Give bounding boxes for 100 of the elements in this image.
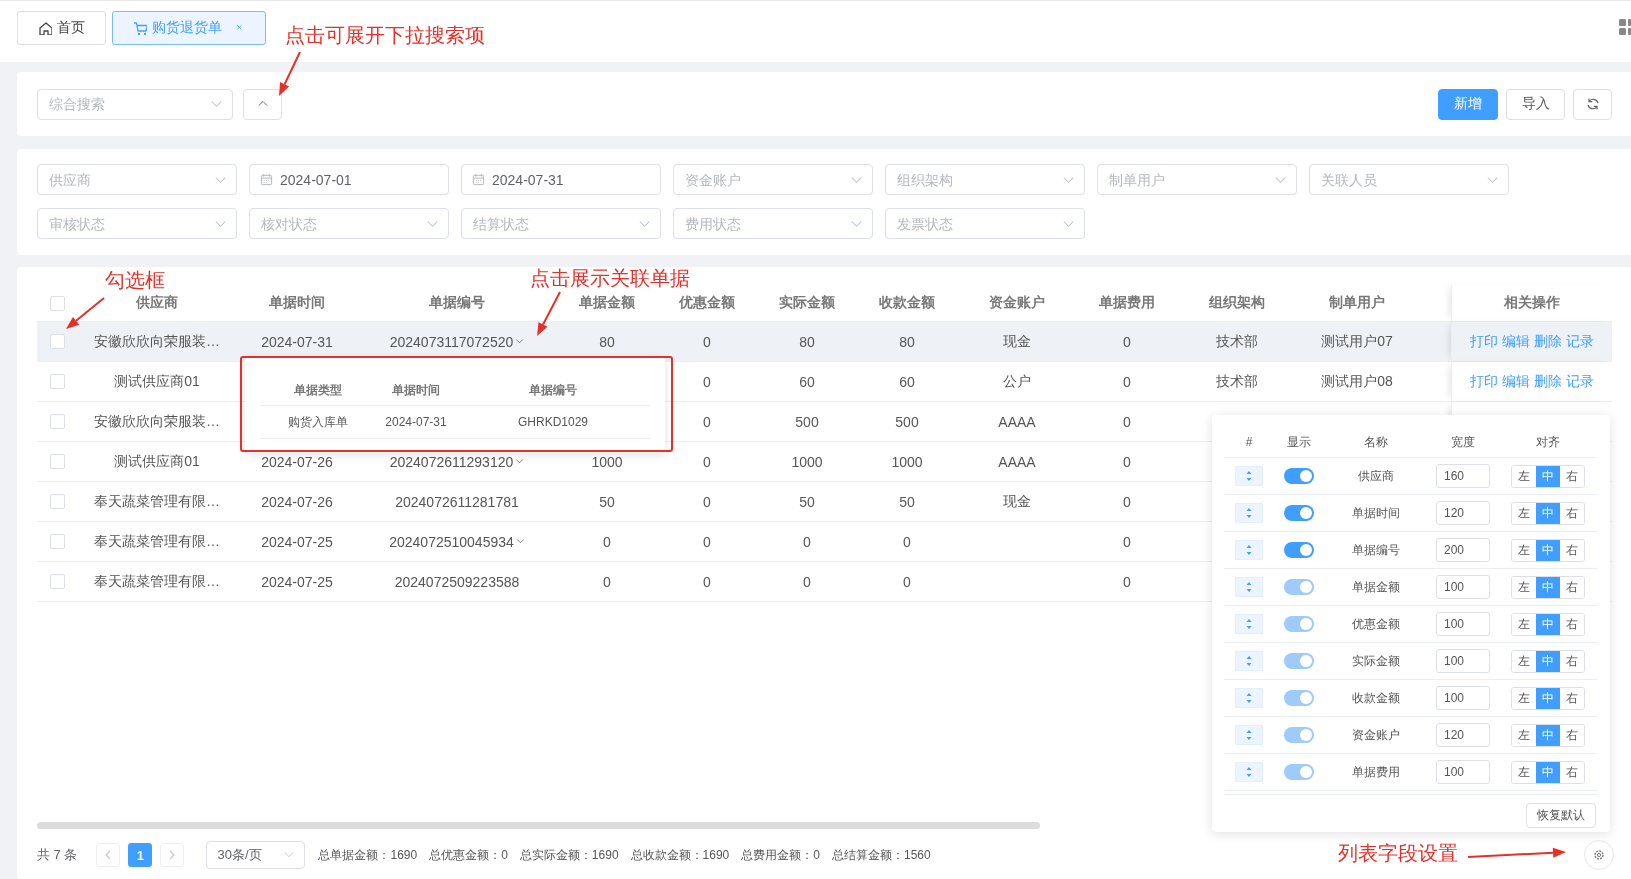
drag-handle-icon[interactable] bbox=[1235, 466, 1263, 486]
filter-select[interactable]: 发票状态 bbox=[885, 208, 1085, 239]
table-cell: 测试供应商01 bbox=[114, 452, 200, 471]
column-header: 单据时间 bbox=[269, 294, 325, 312]
table-cell: 0 bbox=[1123, 453, 1131, 470]
table-cell: 2024072510045934 bbox=[389, 533, 514, 550]
table-cell: 2024-07-26 bbox=[261, 493, 333, 510]
scrollbar[interactable] bbox=[37, 822, 1040, 829]
field-name: 供应商 bbox=[1358, 467, 1394, 485]
table-cell: 0 bbox=[703, 493, 711, 510]
cart-icon bbox=[133, 21, 147, 35]
table-cell: 2024-07-31 bbox=[261, 333, 333, 350]
settings-icon bbox=[1593, 849, 1605, 861]
date-field[interactable]: 2024-07-31 bbox=[461, 164, 661, 195]
column-header: 单据时间 bbox=[392, 381, 440, 399]
reset-button[interactable]: 恢复默认 bbox=[1526, 803, 1596, 828]
table-cell: 500 bbox=[795, 413, 819, 430]
width-input[interactable]: 160 bbox=[1436, 464, 1490, 488]
column-header: 单据金额 bbox=[579, 294, 635, 312]
checkbox[interactable] bbox=[49, 574, 65, 589]
chevron-down-icon[interactable] bbox=[515, 537, 525, 546]
column-header: 宽度 bbox=[1450, 433, 1476, 451]
column-header: 优惠金额 bbox=[679, 294, 735, 312]
expand-toggle-button[interactable] bbox=[243, 88, 282, 120]
filter-select[interactable]: 供应商 bbox=[37, 164, 237, 195]
table-cell: 0 bbox=[1123, 333, 1131, 350]
filter-select[interactable]: 结算状态 bbox=[461, 208, 661, 239]
summary-text: 总优惠金额：0 bbox=[429, 846, 508, 864]
table-cell: 2024072509223588 bbox=[394, 573, 520, 590]
column-header: 名称 bbox=[1363, 433, 1389, 451]
table-cell: 80 bbox=[899, 333, 915, 350]
table-cell: 50 bbox=[599, 493, 615, 510]
annotation-arrow bbox=[66, 297, 105, 329]
checkbox[interactable] bbox=[49, 374, 65, 389]
table-cell: 0 bbox=[1123, 373, 1131, 390]
checkbox[interactable] bbox=[49, 534, 65, 549]
table-cell: 技术部 bbox=[1216, 372, 1258, 391]
column-header: 单据类型 bbox=[294, 381, 342, 399]
toggle-switch[interactable] bbox=[1284, 505, 1314, 521]
table-cell: 0 bbox=[703, 413, 711, 430]
table-cell: 2024-07-31 bbox=[385, 415, 447, 429]
width-input[interactable]: 200 bbox=[1436, 538, 1490, 562]
drag-handle-icon[interactable] bbox=[1235, 651, 1263, 671]
table-cell: 2024072611293120 bbox=[389, 453, 514, 470]
next-page-button[interactable] bbox=[160, 843, 185, 867]
table-cell: 安徽欣欣向荣服装… bbox=[94, 332, 220, 351]
table-cell: 安徽欣欣向荣服装… bbox=[94, 412, 220, 431]
checkbox[interactable] bbox=[49, 334, 65, 349]
checkbox[interactable] bbox=[49, 295, 65, 311]
chevron-down-icon[interactable] bbox=[515, 337, 525, 346]
search-select[interactable]: 综合搜索 bbox=[37, 88, 233, 120]
column-header: 实际金额 bbox=[779, 294, 835, 312]
annotation-arrow bbox=[537, 291, 561, 336]
page-size-select[interactable]: 30条/页 bbox=[206, 841, 306, 869]
toggle-switch[interactable] bbox=[1284, 468, 1314, 484]
table-cell: 60 bbox=[899, 373, 915, 390]
checkbox[interactable] bbox=[49, 414, 65, 429]
filter-select[interactable]: 关联人员 bbox=[1309, 164, 1509, 195]
refresh-button[interactable] bbox=[1573, 88, 1612, 120]
filter-select[interactable]: 制单用户 bbox=[1097, 164, 1297, 195]
import-button[interactable]: 导入 bbox=[1506, 88, 1565, 120]
drag-handle-icon[interactable] bbox=[1235, 725, 1263, 745]
table-cell: 奉天蔬菜管理有限… bbox=[94, 492, 220, 511]
field-name: 收款金额 bbox=[1352, 689, 1400, 707]
drag-handle-icon[interactable] bbox=[1235, 503, 1263, 523]
chevron-down-icon[interactable] bbox=[515, 457, 525, 466]
checkbox[interactable] bbox=[49, 454, 65, 469]
field-name: 单据费用 bbox=[1352, 763, 1400, 781]
table-cell: 购货入库单 bbox=[288, 413, 348, 431]
prev-page-button[interactable] bbox=[96, 843, 121, 867]
settings-button[interactable] bbox=[1584, 840, 1614, 870]
filter-select[interactable]: 审核状态 bbox=[37, 208, 237, 239]
drag-handle-icon[interactable] bbox=[1235, 688, 1263, 708]
summary-text: 总单据金额：1690 bbox=[318, 846, 418, 864]
column-header: 供应商 bbox=[136, 294, 178, 312]
drag-handle-icon[interactable] bbox=[1235, 614, 1263, 634]
table-cell: 500 bbox=[895, 413, 919, 430]
row-highlight[interactable]: 安徽欣欣向荣服装… 2024-07-31 2024073117072520 80 0 80 80 现金 0 技术部 测试用户07 打印 编辑 删除 记录 bbox=[37, 322, 1612, 362]
filter-select[interactable]: 资金账户 bbox=[673, 164, 873, 195]
drag-handle-icon[interactable] bbox=[1235, 577, 1263, 597]
checkbox[interactable] bbox=[49, 494, 65, 509]
filter-select[interactable]: 核对状态 bbox=[249, 208, 449, 239]
column-header: 收款金额 bbox=[879, 294, 935, 312]
toggle-switch[interactable] bbox=[1284, 542, 1314, 558]
total-count: 共 7 条 bbox=[37, 846, 78, 864]
date-field[interactable]: 2024-07-01 bbox=[249, 164, 449, 195]
home-icon bbox=[38, 21, 52, 35]
column-header: 显示 bbox=[1286, 433, 1312, 451]
table-cell: 0 bbox=[803, 573, 811, 590]
table-cell: 0 bbox=[1123, 533, 1131, 550]
filter-select[interactable]: 组织架构 bbox=[885, 164, 1085, 195]
close-icon[interactable] bbox=[235, 23, 245, 33]
tab[interactable]: 首页 bbox=[17, 11, 106, 45]
table-cell: 1000 bbox=[891, 453, 923, 470]
width-input[interactable]: 120 bbox=[1436, 501, 1490, 525]
annotation-text: 勾选框 bbox=[105, 268, 165, 292]
column-header: 对齐 bbox=[1535, 433, 1561, 451]
drag-handle-icon[interactable] bbox=[1235, 762, 1263, 782]
drag-handle-icon[interactable] bbox=[1235, 540, 1263, 560]
filter-select[interactable]: 费用状态 bbox=[673, 208, 873, 239]
